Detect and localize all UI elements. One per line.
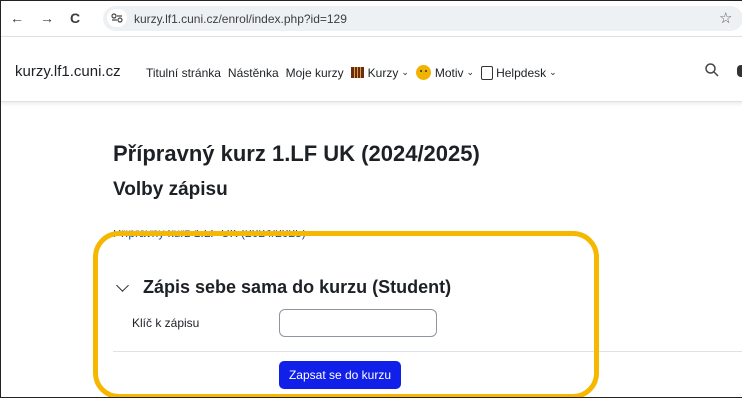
notification-bell-icon[interactable] bbox=[737, 65, 742, 77]
back-arrow-icon[interactable]: ← bbox=[7, 8, 27, 28]
browser-toolbar: ← → C kurzy.lf1.cuni.cz/enrol/index.php?… bbox=[1, 1, 742, 37]
nav-theme-label: Motiv bbox=[434, 65, 464, 80]
nav-helpdesk-menu[interactable]: Helpdesk ⌄ bbox=[481, 65, 557, 80]
page-subtitle: Volby zápisu bbox=[113, 179, 228, 200]
browser-window: ← → C kurzy.lf1.cuni.cz/enrol/index.php?… bbox=[0, 0, 742, 398]
helpdesk-icon bbox=[481, 65, 494, 80]
nav-helpdesk-label: Helpdesk bbox=[496, 65, 547, 80]
books-icon bbox=[350, 67, 364, 78]
nav-courses-menu[interactable]: Kurzy ⌄ bbox=[350, 65, 409, 80]
primary-navigation: Titulní stránka Nástěnka Moje kurzy Kurz… bbox=[146, 65, 564, 80]
nav-home[interactable]: Titulní stránka bbox=[146, 66, 221, 80]
reload-icon[interactable]: C bbox=[65, 8, 85, 28]
nav-courses-label: Kurzy bbox=[367, 65, 399, 80]
url-text[interactable]: kurzy.lf1.cuni.cz/enrol/index.php?id=129 bbox=[134, 12, 347, 26]
chevron-down-icon: ⌄ bbox=[549, 67, 557, 77]
highlight-annotation bbox=[93, 231, 599, 397]
site-navbar: kurzy.lf1.cuni.cz Titulní stránka Nástěn… bbox=[1, 37, 742, 102]
chevron-down-icon: ⌄ bbox=[466, 67, 475, 77]
nav-dashboard[interactable]: Nástěnka bbox=[228, 66, 279, 80]
nav-my-courses[interactable]: Moje kurzy bbox=[286, 66, 344, 80]
nav-theme-menu[interactable]: Motiv ⌄ bbox=[415, 65, 475, 80]
theme-face-icon bbox=[415, 65, 431, 80]
site-brand[interactable]: kurzy.lf1.cuni.cz bbox=[15, 63, 121, 80]
page-title: Přípravný kurz 1.LF UK (2024/2025) bbox=[113, 141, 480, 166]
forward-arrow-icon[interactable]: → bbox=[37, 8, 57, 28]
site-settings-icon[interactable] bbox=[107, 9, 127, 27]
search-icon[interactable] bbox=[705, 63, 719, 81]
bookmark-star-icon[interactable]: ☆ bbox=[719, 9, 732, 27]
chevron-down-icon: ⌄ bbox=[401, 67, 409, 77]
